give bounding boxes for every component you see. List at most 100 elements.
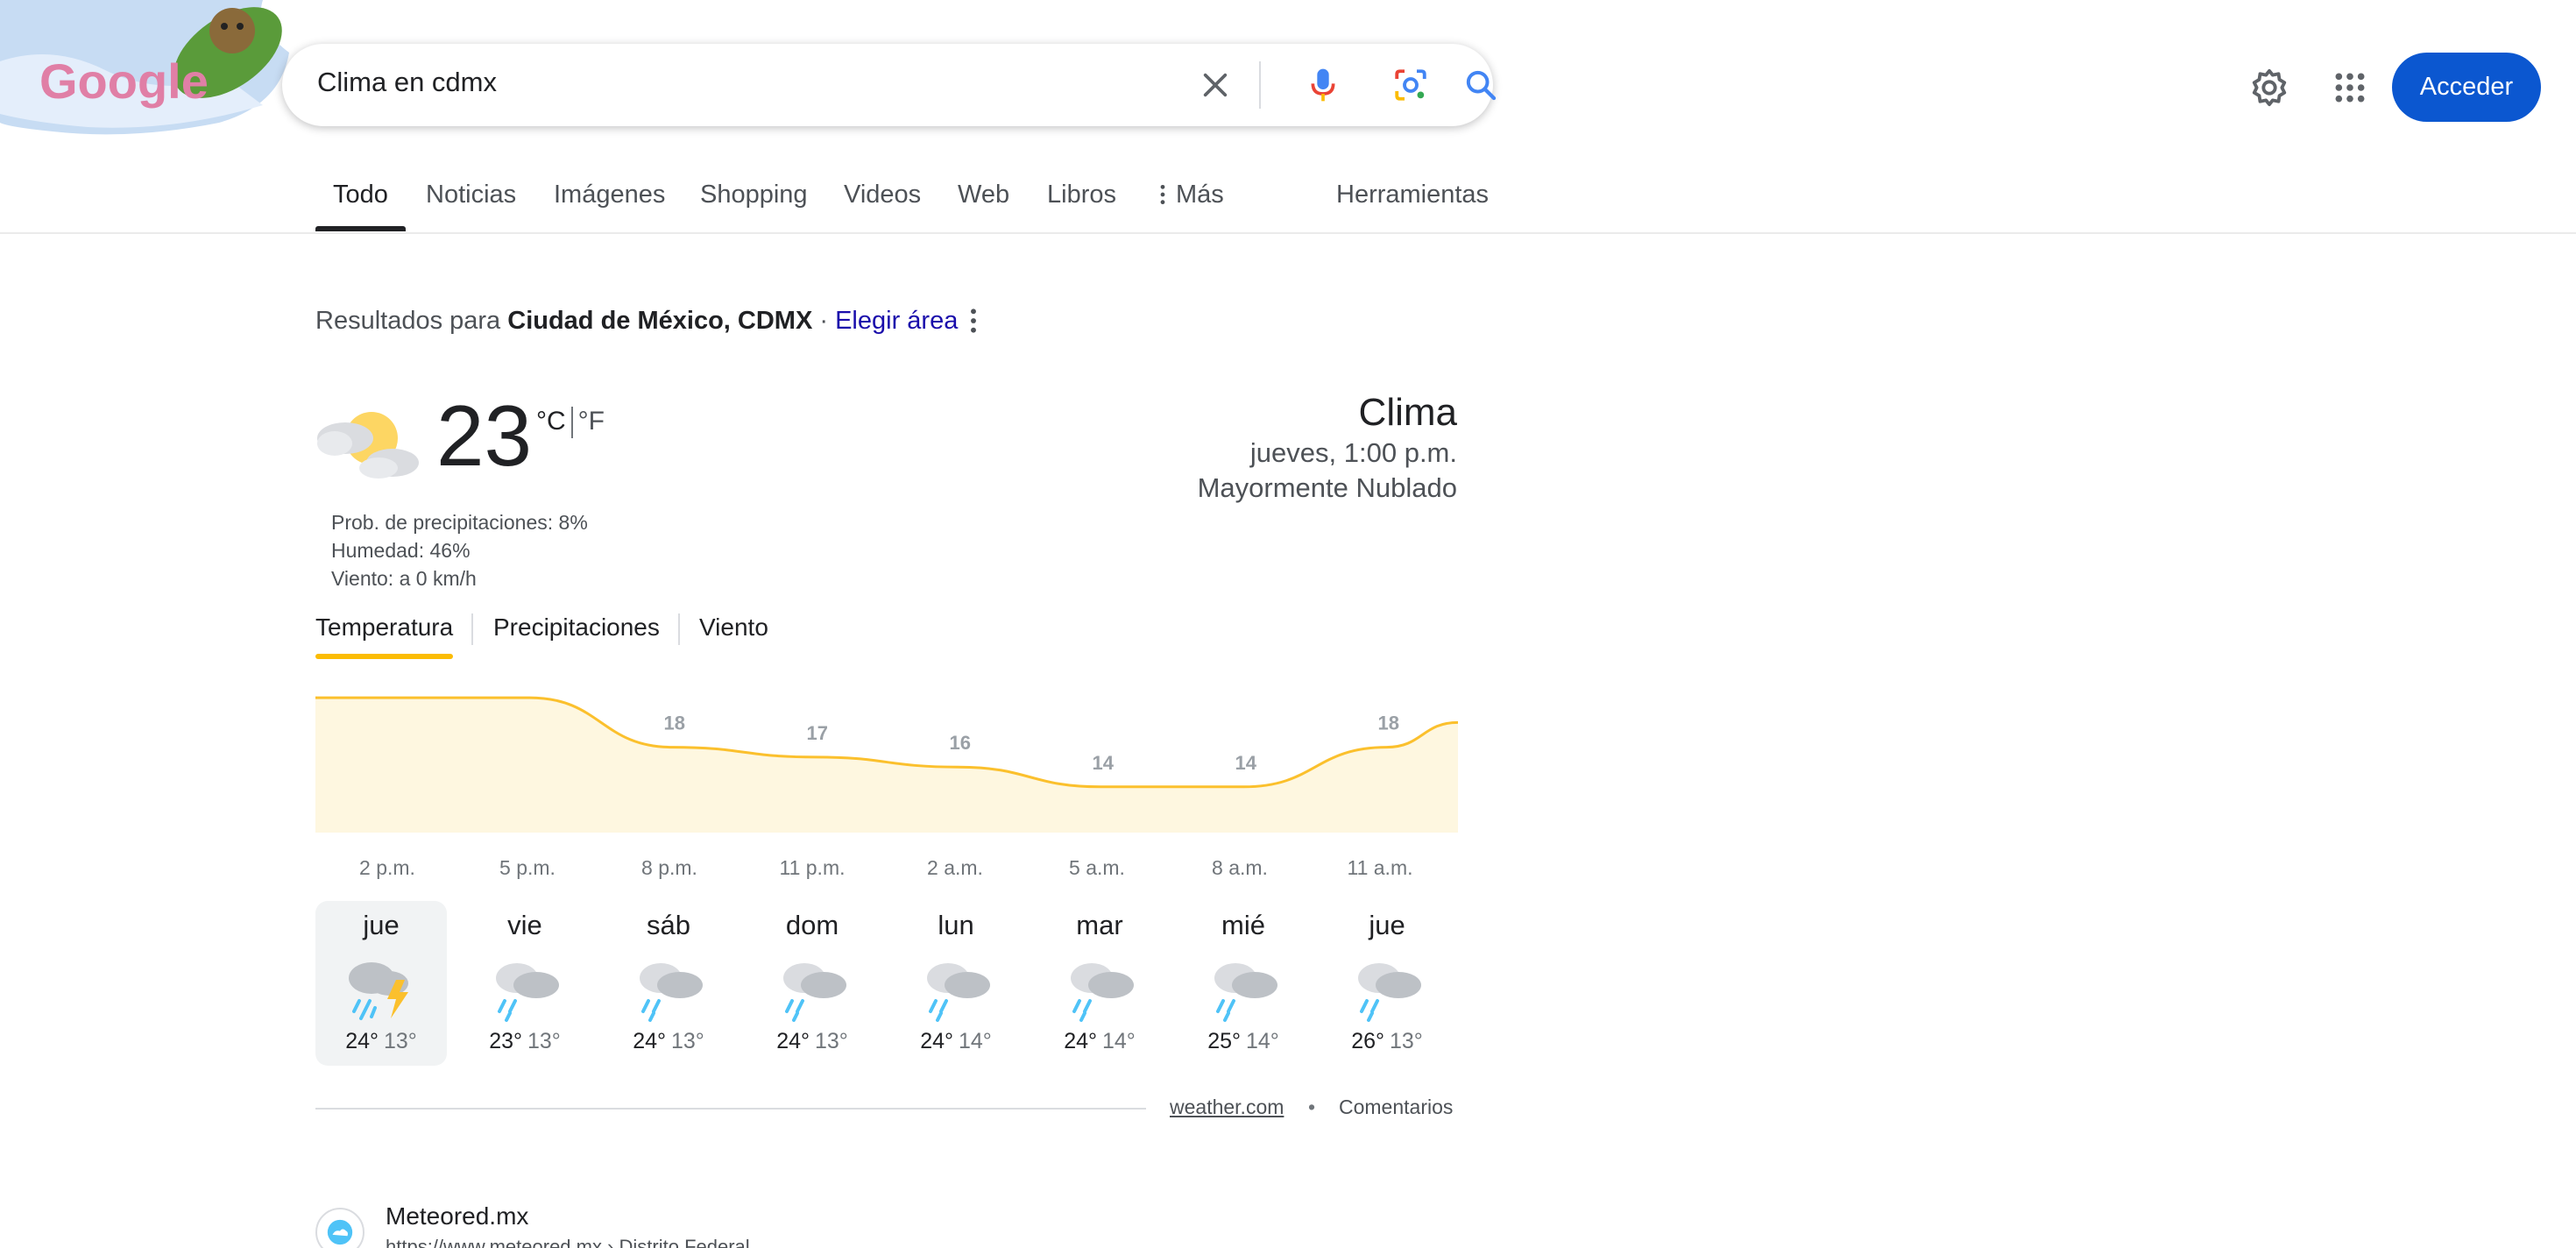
tab-todo[interactable]: Todo: [333, 181, 388, 209]
rain-cloud-icon: [783, 963, 846, 1022]
forecast-day[interactable]: vie 23° 13°: [459, 901, 591, 1066]
day-low: 13°: [384, 1029, 417, 1053]
day-temps: 24° 14°: [1034, 1029, 1165, 1054]
source-link[interactable]: weather.com: [1170, 1096, 1284, 1119]
search-box[interactable]: Clima en cdmx: [282, 44, 1497, 126]
result-url[interactable]: https://www.meteored.mx › Distrito Feder…: [386, 1236, 750, 1248]
day-name: sáb: [647, 910, 690, 940]
day-temps: 24° 14°: [890, 1029, 1022, 1054]
apps-icon[interactable]: [2325, 63, 2374, 112]
results-for-line: Resultados para Ciudad de México, CDMX ·…: [315, 307, 958, 336]
day-temps: 25° 14°: [1178, 1029, 1309, 1054]
temperature-label: 16: [950, 732, 971, 754]
day-low: 13°: [527, 1029, 561, 1053]
hour-label: 5 p.m.: [499, 856, 556, 879]
result-site-name[interactable]: Meteored.mx: [386, 1202, 528, 1230]
hour-label: 5 a.m.: [1069, 856, 1125, 879]
tab-temperatura[interactable]: Temperatura: [315, 613, 453, 642]
mostly-cloudy-icon: [317, 412, 419, 479]
precipitation-text: Prob. de precipitaciones: 8%: [331, 511, 588, 534]
temperature-label: 18: [1378, 713, 1399, 734]
thunderstorm-icon: [349, 962, 408, 1020]
tab-mas[interactable]: Más: [1158, 181, 1224, 209]
hour-label: 8 a.m.: [1212, 856, 1268, 879]
hour-label: 2 a.m.: [927, 856, 983, 879]
site-favicon[interactable]: [315, 1208, 364, 1248]
search-icon[interactable]: [1459, 63, 1503, 107]
unit-toggle: °C °F: [536, 407, 605, 439]
tab-precipitaciones[interactable]: Precipitaciones: [493, 613, 660, 642]
sign-in-button[interactable]: Acceder: [2392, 53, 2541, 122]
tabs-divider: [0, 232, 2576, 234]
current-temperature: 23: [436, 387, 533, 484]
temperature-label: 17: [807, 722, 828, 744]
source-divider: [315, 1108, 1146, 1110]
temperature-label: 18: [664, 713, 685, 734]
weather-details: Prob. de precipitaciones: 8% Humedad: 46…: [331, 508, 588, 592]
celsius-unit[interactable]: °C: [536, 407, 566, 436]
location-name: Ciudad de México, CDMX: [507, 307, 813, 335]
day-high: 24°: [1064, 1029, 1097, 1053]
tab-imagenes[interactable]: Imágenes: [554, 181, 665, 209]
tab-libros[interactable]: Libros: [1047, 181, 1116, 209]
day-high: 23°: [489, 1029, 522, 1053]
day-low: 14°: [1102, 1029, 1136, 1053]
rain-cloud-icon: [1358, 963, 1421, 1022]
day-name: jue: [363, 910, 400, 940]
rain-cloud-icon: [640, 963, 703, 1022]
day-low: 13°: [815, 1029, 848, 1053]
tab-videos[interactable]: Videos: [844, 181, 921, 209]
day-low: 13°: [1390, 1029, 1423, 1053]
day-name: mié: [1221, 910, 1265, 940]
day-high: 25°: [1207, 1029, 1241, 1053]
day-temps: 24° 13°: [603, 1029, 734, 1054]
forecast-day[interactable]: jue 26° 13°: [1321, 901, 1453, 1066]
day-name: dom: [785, 910, 839, 940]
day-high: 26°: [1351, 1029, 1384, 1053]
forecast-day[interactable]: dom 24° 13°: [747, 901, 878, 1066]
day-low: 14°: [1246, 1029, 1279, 1053]
clear-icon[interactable]: [1193, 63, 1237, 107]
search-input[interactable]: Clima en cdmx: [317, 67, 497, 98]
forecast-day[interactable]: mié 25° 14°: [1178, 901, 1309, 1066]
meteored-logo-icon: [327, 1219, 353, 1245]
hour-label: 8 p.m.: [641, 856, 697, 879]
google-doodle-logo[interactable]: Google: [0, 0, 298, 136]
lens-icon[interactable]: [1389, 63, 1433, 107]
tab-viento[interactable]: Viento: [699, 613, 768, 642]
fahrenheit-unit[interactable]: °F: [578, 407, 605, 436]
weather-tab-divider: [471, 613, 473, 645]
forecast-day[interactable]: mar 24° 14°: [1034, 901, 1165, 1066]
tools-button[interactable]: Herramientas: [1336, 181, 1489, 209]
tab-mas-label: Más: [1176, 181, 1224, 209]
search-divider: [1259, 61, 1261, 109]
source-bullet: •: [1308, 1096, 1316, 1118]
active-tab-indicator: [315, 226, 406, 231]
wind-text: Viento: a 0 km/h: [331, 567, 477, 590]
forecast-day[interactable]: sáb 24° 13°: [603, 901, 734, 1066]
tab-shopping[interactable]: Shopping: [700, 181, 808, 209]
forecast-day[interactable]: lun 24° 14°: [890, 901, 1022, 1066]
tab-web[interactable]: Web: [958, 181, 1009, 209]
temperature-label: 14: [1235, 752, 1257, 774]
weather-tab-indicator: [315, 654, 453, 659]
day-temps: 24° 13°: [315, 1029, 447, 1054]
hour-label: 11 p.m.: [779, 856, 846, 879]
day-name: jue: [1369, 910, 1405, 940]
weather-tab-divider: [678, 613, 680, 645]
weather-heading: Clima jueves, 1:00 p.m. Mayormente Nubla…: [1198, 390, 1457, 506]
temperature-chart: 2323181716141418: [315, 696, 1458, 833]
settings-icon[interactable]: [2245, 63, 2294, 112]
unit-separator: [570, 407, 573, 439]
day-temps: 24° 13°: [747, 1029, 878, 1054]
rain-cloud-icon: [496, 963, 559, 1022]
day-high: 24°: [920, 1029, 953, 1053]
microphone-icon[interactable]: [1301, 63, 1345, 107]
day-name: mar: [1076, 910, 1123, 940]
choose-area-link[interactable]: Elegir área: [835, 307, 958, 335]
day-temps: 23° 13°: [459, 1029, 591, 1054]
forecast-day[interactable]: jue 24° 13°: [315, 901, 447, 1066]
feedback-link[interactable]: Comentarios: [1339, 1096, 1453, 1119]
more-options-icon[interactable]: [964, 307, 983, 335]
tab-noticias[interactable]: Noticias: [426, 181, 516, 209]
